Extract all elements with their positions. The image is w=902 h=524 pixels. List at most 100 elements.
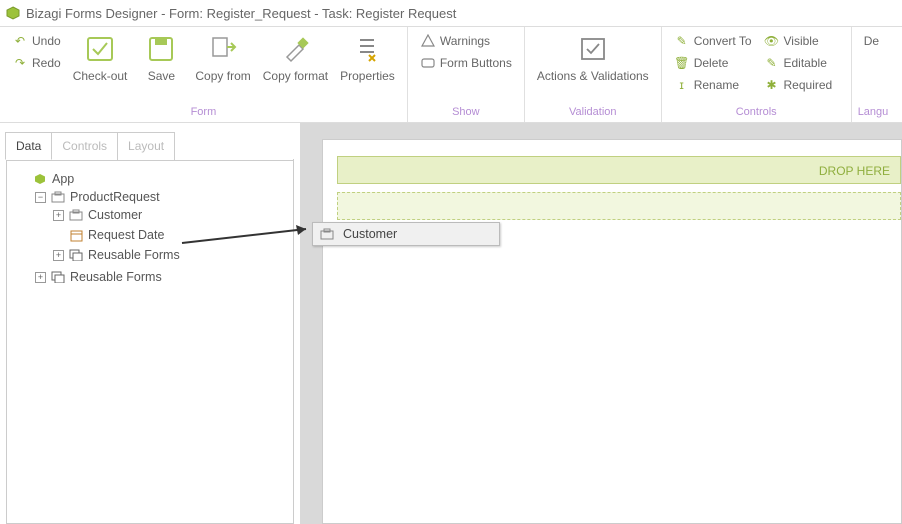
default-button[interactable]: De xyxy=(862,31,881,51)
required-button[interactable]: ✱ Required xyxy=(762,75,835,95)
editable-label: Editable xyxy=(784,56,827,70)
copyformat-button[interactable]: Copy format xyxy=(257,29,334,87)
drop-target[interactable] xyxy=(337,192,901,220)
ribbon-group-form: ↶ Undo ↷ Redo Check-out Save Copy from Cop… xyxy=(0,27,408,122)
save-icon xyxy=(145,33,177,65)
visible-icon: 👁 xyxy=(764,33,780,49)
rename-icon: ɪ xyxy=(674,77,690,93)
rename-button[interactable]: ɪ Rename xyxy=(672,75,754,95)
expand-icon[interactable]: + xyxy=(53,210,64,221)
warnings-label: Warnings xyxy=(440,34,490,48)
form-canvas[interactable]: DROP HERE xyxy=(300,123,902,524)
convert-button[interactable]: ✎ Convert To xyxy=(672,31,754,51)
tree-label: App xyxy=(52,172,74,186)
redo-label: Redo xyxy=(32,56,61,70)
tree-label: Request Date xyxy=(88,228,164,242)
collapse-icon[interactable]: − xyxy=(35,192,46,203)
group-label-show: Show xyxy=(414,104,518,120)
warnings-icon xyxy=(420,33,436,49)
ribbon: ↶ Undo ↷ Redo Check-out Save Copy from Cop… xyxy=(0,26,902,123)
undo-icon: ↶ xyxy=(12,33,28,49)
forms-icon xyxy=(50,269,66,285)
checkout-label: Check-out xyxy=(73,69,128,83)
convert-label: Convert To xyxy=(694,34,752,48)
copyformat-label: Copy format xyxy=(263,69,328,83)
convert-icon: ✎ xyxy=(674,33,690,49)
app-icon xyxy=(32,171,48,187)
side-tabs: Data Controls Layout xyxy=(6,132,294,161)
required-label: Required xyxy=(784,78,833,92)
expand-icon[interactable]: + xyxy=(35,272,46,283)
editable-button[interactable]: ✎ Editable xyxy=(762,53,835,73)
checkout-icon xyxy=(84,33,116,65)
entity-icon xyxy=(50,189,66,205)
copyformat-icon xyxy=(279,33,311,65)
tree-label: ProductRequest xyxy=(70,190,160,204)
tab-layout[interactable]: Layout xyxy=(117,132,175,160)
window-title: Bizagi Forms Designer - Form: Register_R… xyxy=(26,6,456,21)
tree-node-requestdate[interactable]: Request Date xyxy=(53,227,287,243)
save-label: Save xyxy=(148,69,175,83)
required-icon: ✱ xyxy=(764,77,780,93)
tree-label: Reusable Forms xyxy=(88,248,180,262)
default-label: De xyxy=(864,34,879,48)
copyfrom-button[interactable]: Copy from xyxy=(189,29,256,87)
warnings-button[interactable]: Warnings xyxy=(418,31,514,51)
properties-button[interactable]: Properties xyxy=(334,29,401,87)
properties-label: Properties xyxy=(340,69,395,83)
entity-icon xyxy=(68,207,84,223)
tab-data[interactable]: Data xyxy=(5,132,52,160)
app-logo-icon xyxy=(6,6,20,20)
forms-icon xyxy=(68,247,84,263)
tab-controls[interactable]: Controls xyxy=(51,132,118,160)
actions-validations-button[interactable]: Actions & Validations xyxy=(531,29,655,87)
entity-icon xyxy=(319,226,335,242)
rename-label: Rename xyxy=(694,78,739,92)
undo-label: Undo xyxy=(32,34,61,48)
copyfrom-icon xyxy=(207,33,239,65)
drag-ghost-label: Customer xyxy=(343,227,397,241)
actions-label: Actions & Validations xyxy=(537,69,649,83)
save-button[interactable]: Save xyxy=(133,29,189,87)
editable-icon: ✎ xyxy=(764,55,780,71)
ribbon-group-controls: ✎ Convert To 🗑 Delete ɪ Rename 👁 Visible ✎ Ed… xyxy=(662,27,852,122)
properties-icon xyxy=(351,33,383,65)
group-label-controls: Controls xyxy=(668,104,845,120)
validation-icon xyxy=(577,33,609,65)
drop-zone-header[interactable]: DROP HERE xyxy=(337,156,901,184)
visible-label: Visible xyxy=(784,34,819,48)
formbuttons-button[interactable]: Form Buttons xyxy=(418,53,514,73)
tree-node-app[interactable]: App xyxy=(17,171,287,187)
tree-node-productrequest[interactable]: − ProductRequest xyxy=(35,189,287,205)
tree-node-reusable-outer[interactable]: + Reusable Forms xyxy=(35,269,287,285)
tree-label: Customer xyxy=(88,208,142,222)
tree-node-customer[interactable]: + Customer xyxy=(53,207,287,223)
data-tree: App − ProductRequest + xyxy=(6,159,294,524)
copyfrom-label: Copy from xyxy=(195,69,250,83)
tree-node-reusable-inner[interactable]: + Reusable Forms xyxy=(53,247,287,263)
form-surface[interactable]: DROP HERE xyxy=(322,139,902,524)
group-label-lang: Langu xyxy=(858,104,889,120)
redo-button[interactable]: ↷ Redo xyxy=(10,53,63,73)
redo-icon: ↷ xyxy=(12,55,28,71)
drag-ghost: Customer xyxy=(312,222,500,246)
expand-icon[interactable]: + xyxy=(53,250,64,261)
visible-button[interactable]: 👁 Visible xyxy=(762,31,835,51)
delete-button[interactable]: 🗑 Delete xyxy=(672,53,754,73)
drop-here-label: DROP HERE xyxy=(819,164,890,178)
formbuttons-label: Form Buttons xyxy=(440,56,512,70)
side-panel: Data Controls Layout App − xyxy=(0,123,300,524)
group-label-form: Form xyxy=(6,104,401,120)
date-icon xyxy=(68,227,84,243)
ribbon-group-validation: Actions & Validations Validation xyxy=(525,27,662,122)
formbuttons-icon xyxy=(420,55,436,71)
tree-label: Reusable Forms xyxy=(70,270,162,284)
title-bar: Bizagi Forms Designer - Form: Register_R… xyxy=(0,0,902,26)
ribbon-group-lang: De Langu xyxy=(852,27,895,122)
ribbon-group-show: Warnings Form Buttons Show xyxy=(408,27,525,122)
undo-button[interactable]: ↶ Undo xyxy=(10,31,63,51)
group-label-validation: Validation xyxy=(531,104,655,120)
delete-label: Delete xyxy=(694,56,729,70)
checkout-button[interactable]: Check-out xyxy=(67,29,134,87)
delete-icon: 🗑 xyxy=(674,55,690,71)
